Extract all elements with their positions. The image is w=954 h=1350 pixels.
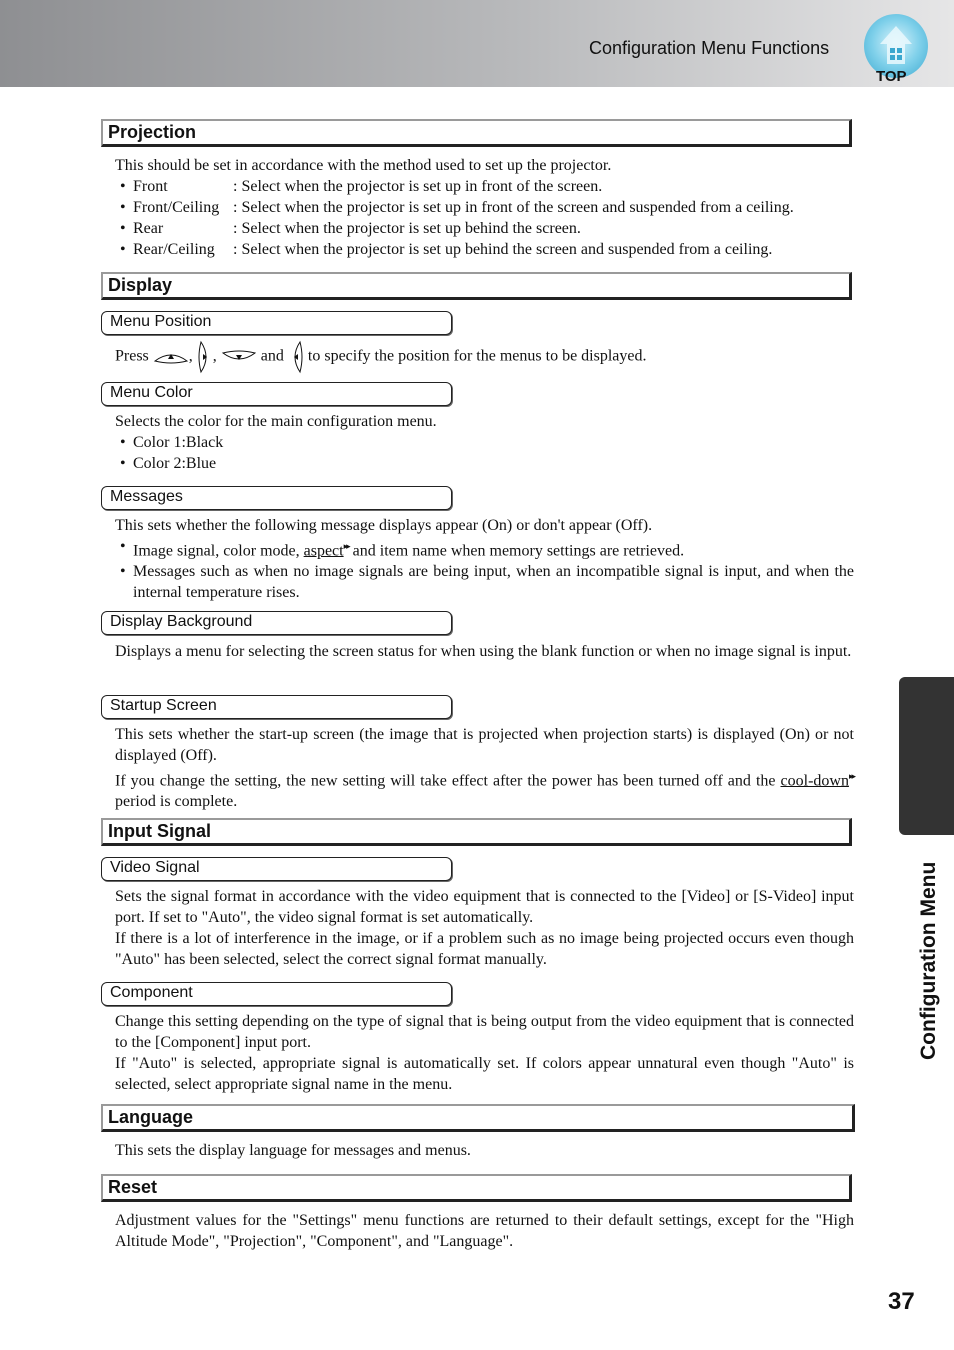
subheading-title: Messages — [110, 488, 183, 505]
subheading-title: Component — [110, 984, 193, 1001]
subheading-title: Menu Color — [110, 384, 193, 401]
subheading-startup-screen: Startup Screen — [101, 695, 452, 719]
left-arrow-key-icon — [293, 340, 303, 374]
top-button-label: TOP — [876, 68, 907, 85]
text: If you change the setting, the new setti… — [115, 772, 781, 790]
option-name: Front — [133, 178, 168, 195]
language-text: This sets the display language for messa… — [115, 1142, 471, 1159]
right-arrow-key-icon — [198, 340, 207, 374]
separator: , — [188, 347, 193, 365]
menu-position-body: Press , , and to specify the position fo… — [115, 340, 854, 374]
startup-screen-text2: If you change the setting, the new setti… — [115, 766, 856, 812]
menu-position-text: to specify the position for the menus to… — [307, 347, 647, 365]
chapter-tab[interactable] — [899, 677, 954, 835]
menu-color-options: Color 1:Black Color 2:Blue — [115, 432, 854, 474]
and-text: and — [260, 347, 284, 365]
subheading-title: Startup Screen — [110, 697, 217, 714]
startup-screen-text: This sets whether the start-up screen (t… — [115, 726, 854, 764]
display-background-text: Displays a menu for selecting the screen… — [115, 643, 852, 660]
text: and item name when memory settings are r… — [348, 542, 685, 560]
video-signal-text: Sets the signal format in accordance wit… — [115, 888, 854, 926]
messages-intro: This sets whether the following message … — [115, 517, 653, 534]
chapter-tab-label: Configuration Menu — [917, 861, 940, 1060]
option-name: Front/Ceiling — [133, 199, 220, 216]
option-item: Color 2:Blue — [115, 453, 854, 474]
section-title: Projection — [108, 122, 197, 142]
header-title: Configuration Menu Functions — [589, 38, 830, 58]
glossary-marker-icon: ▸▸ — [848, 771, 856, 781]
section-heading-language: Language — [101, 1104, 855, 1132]
subheading-menu-position: Menu Position — [101, 311, 452, 335]
subheading-title: Menu Position — [110, 313, 212, 330]
menu-color-intro: Selects the color for the main configura… — [115, 413, 437, 430]
startup-screen-body: This sets whether the start-up screen (t… — [115, 724, 856, 812]
video-signal-body: Sets the signal format in accordance wit… — [115, 886, 854, 970]
projection-options: Front : Select when the projector is set … — [115, 176, 854, 260]
messages-body: This sets whether the following message … — [115, 515, 854, 603]
up-arrow-key-icon — [153, 354, 188, 364]
option-desc: : Select when the projector is set up in… — [233, 199, 794, 216]
component-text2: If "Auto" is selected, appropriate signa… — [115, 1055, 854, 1093]
menu-color-body: Selects the color for the main configura… — [115, 411, 854, 474]
page-header: Configuration Menu Functions TOP — [0, 0, 954, 87]
option-name: Rear/Ceiling — [133, 241, 215, 258]
option-desc: : Select when the projector is set up in… — [233, 178, 603, 195]
option-desc: : Select when the projector is set up be… — [233, 220, 581, 237]
projection-body: This should be set in accordance with th… — [115, 155, 854, 260]
messages-items: Image signal, color mode, aspect▸▸ and i… — [115, 536, 854, 603]
option-item: Rear/Ceiling : Select when the projector … — [115, 239, 854, 260]
option-item: Rear : Select when the projector is set u… — [115, 218, 854, 239]
page-number: 37 — [888, 1288, 915, 1315]
language-body: This sets the display language for messa… — [115, 1140, 854, 1161]
section-title: Input Signal — [108, 821, 211, 841]
option-desc: : Select when the projector is set up be… — [233, 241, 773, 258]
section-heading-display: Display — [101, 272, 852, 300]
glossary-link-aspect[interactable]: aspect — [304, 542, 344, 559]
subheading-messages: Messages — [101, 486, 452, 510]
section-heading-reset: Reset — [101, 1174, 852, 1202]
glossary-link-cool-down[interactable]: cool-down — [781, 772, 849, 789]
home-icon — [880, 26, 912, 64]
separator: , — [212, 347, 217, 365]
press-text: Press — [115, 347, 149, 365]
subheading-display-background: Display Background — [101, 611, 452, 635]
subheading-menu-color: Menu Color — [101, 382, 452, 406]
component-text: Change this setting depending on the typ… — [115, 1013, 854, 1051]
section-heading-projection: Projection — [101, 119, 852, 147]
display-background-body: Displays a menu for selecting the screen… — [115, 641, 854, 662]
reset-text: Adjustment values for the "Settings" men… — [115, 1212, 854, 1250]
projection-intro: This should be set in accordance with th… — [115, 157, 612, 174]
section-title: Language — [108, 1107, 194, 1127]
component-body: Change this setting depending on the typ… — [115, 1011, 854, 1095]
subheading-title: Video Signal — [110, 859, 200, 876]
subheading-title: Display Background — [110, 613, 253, 630]
option-item: Front : Select when the projector is set … — [115, 176, 854, 197]
option-item: Color 1:Black — [115, 432, 854, 453]
option-name: Rear — [133, 220, 164, 237]
option-item: Front/Ceiling : Select when the projector… — [115, 197, 854, 218]
message-item: Messages such as when no image signals a… — [115, 561, 854, 603]
text: Image signal, color mode, — [133, 542, 304, 560]
video-signal-text2: If there is a lot of interference in the… — [115, 930, 854, 968]
top-button[interactable]: TOP — [862, 14, 930, 86]
down-arrow-key-icon — [221, 350, 256, 360]
text: period is complete. — [115, 793, 238, 811]
subheading-video-signal: Video Signal — [101, 857, 452, 881]
message-item: Image signal, color mode, aspect▸▸ and i… — [115, 536, 854, 561]
section-title: Reset — [108, 1177, 158, 1197]
section-title: Display — [108, 275, 173, 295]
reset-body: Adjustment values for the "Settings" men… — [115, 1210, 854, 1252]
section-heading-input-signal: Input Signal — [101, 818, 852, 846]
subheading-component: Component — [101, 982, 452, 1006]
